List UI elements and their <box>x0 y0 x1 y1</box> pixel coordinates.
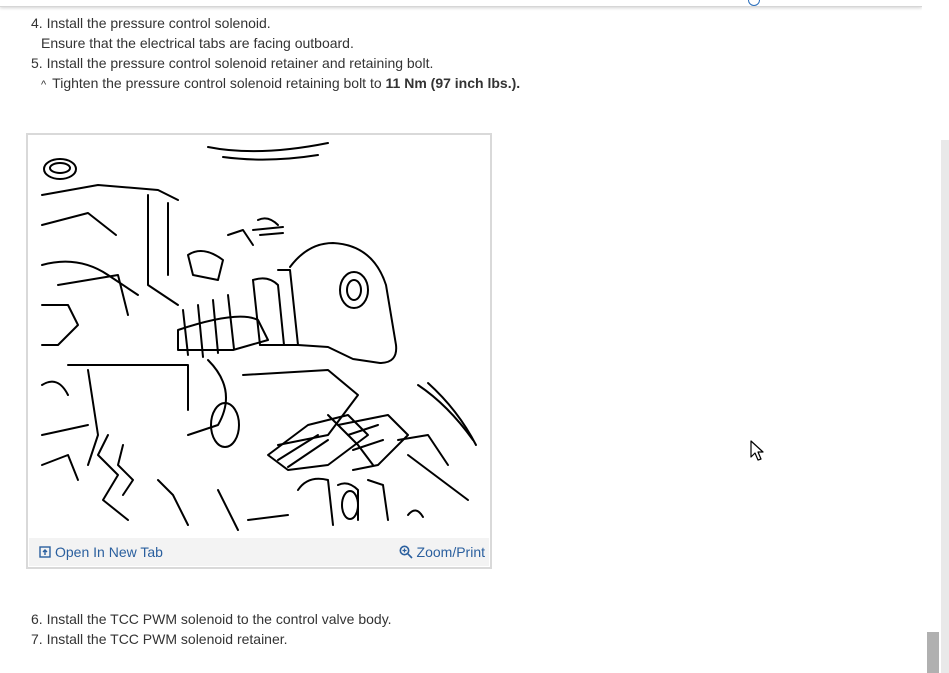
open-in-new-tab-link[interactable]: Open In New Tab <box>39 544 163 560</box>
torque-value: 11 Nm (97 inch lbs.). <box>385 75 521 91</box>
open-in-new-tab-icon <box>39 546 51 558</box>
instruction-steps-top: 4. Install the pressure control solenoid… <box>31 13 520 95</box>
info-icon[interactable] <box>748 0 760 6</box>
scrollbar-rail[interactable] <box>941 140 949 673</box>
step-4-note: Ensure that the electrical tabs are faci… <box>41 35 354 51</box>
solenoid-line-drawing <box>41 142 477 531</box>
magnifier-icon <box>399 545 413 559</box>
scrollbar-thumb[interactable] <box>927 632 939 673</box>
instruction-steps-bottom: 6. Install the TCC PWM solenoid to the c… <box>31 609 392 649</box>
step-5: 5. Install the pressure control solenoid… <box>31 55 434 71</box>
top-bar <box>0 0 922 7</box>
vertical-scrollbar[interactable] <box>922 0 949 673</box>
step-6: 6. Install the TCC PWM solenoid to the c… <box>31 611 392 627</box>
mouse-pointer-icon <box>750 440 764 461</box>
step-5-torque-spec: ^ Tighten the pressure control solenoid r… <box>41 75 521 91</box>
step-7: 7. Install the TCC PWM solenoid retainer… <box>31 631 288 647</box>
step-4: 4. Install the pressure control solenoid… <box>31 15 271 31</box>
solenoid-illustration-figure: Open In New Tab Zoom/Print <box>26 133 492 569</box>
figure-toolbar: Open In New Tab Zoom/Print <box>29 538 489 566</box>
zoom-print-link[interactable]: Zoom/Print <box>399 544 485 560</box>
